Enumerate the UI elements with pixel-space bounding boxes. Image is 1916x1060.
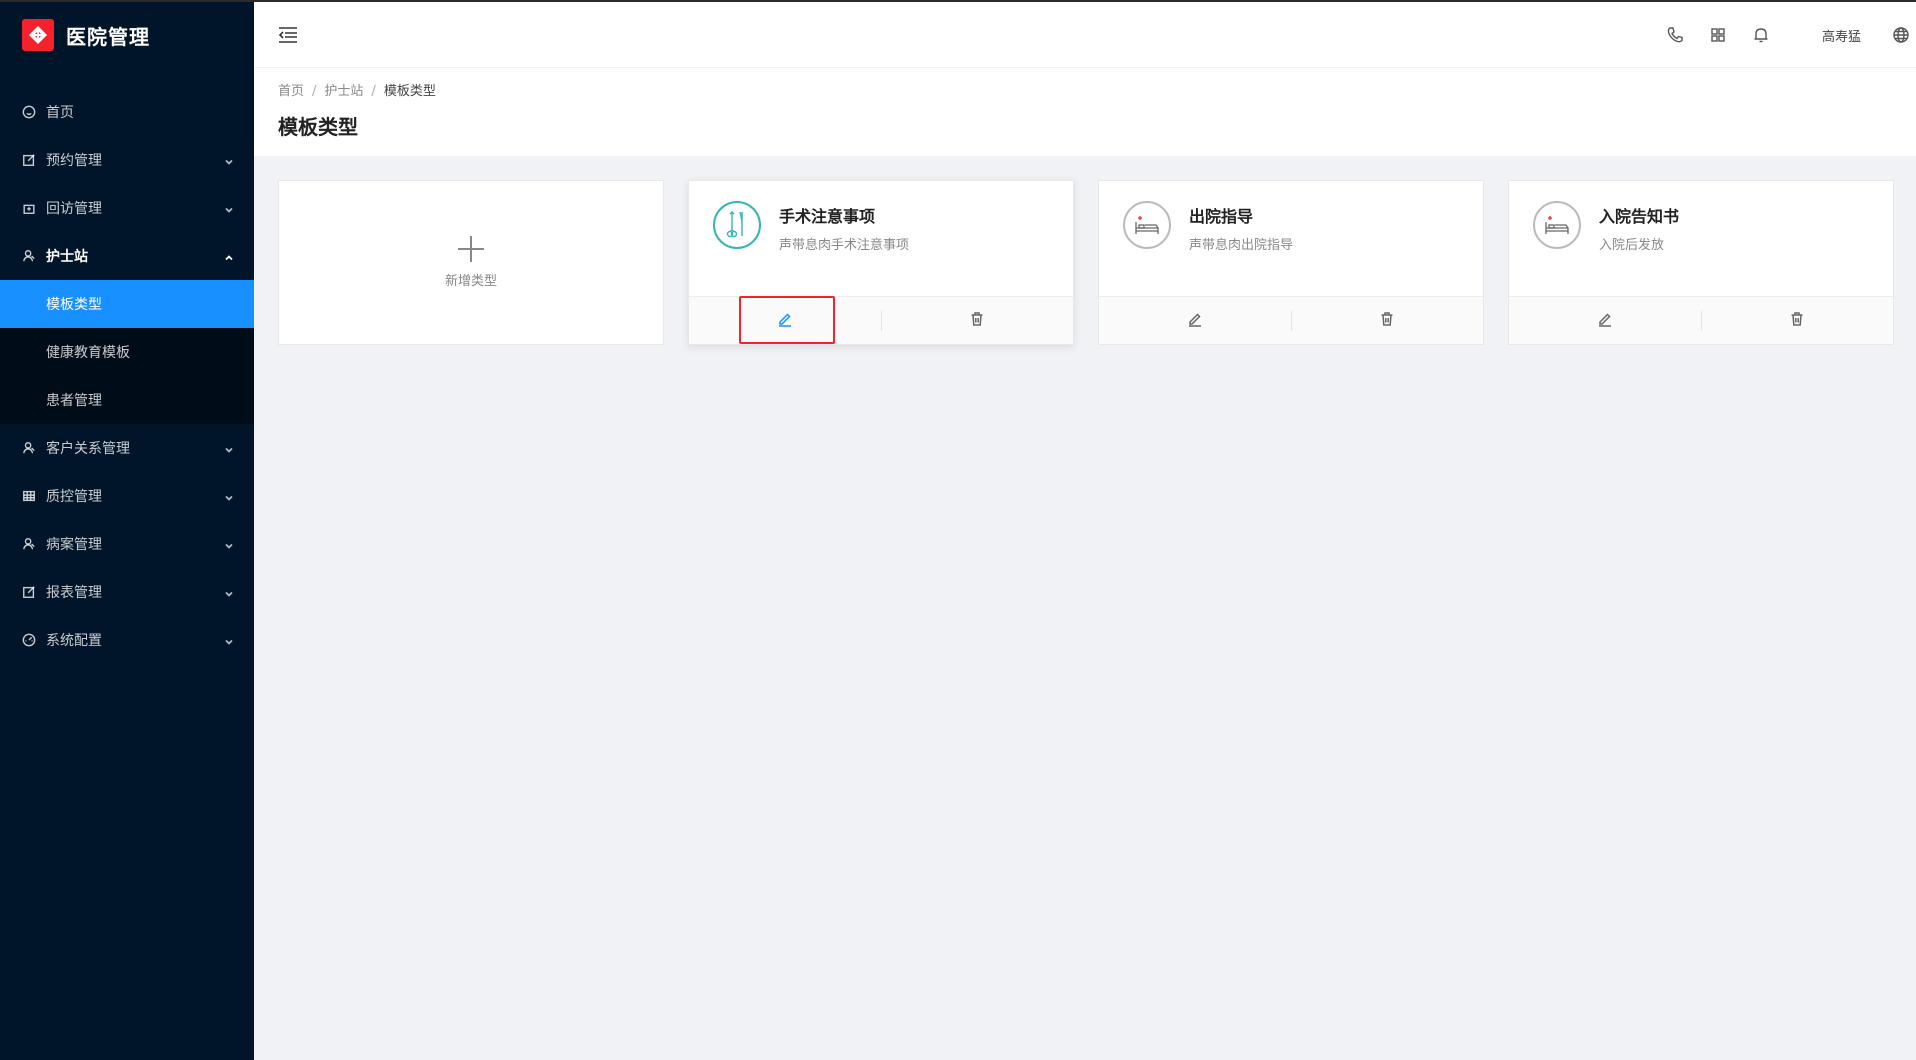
chevron-down-icon (224, 203, 234, 213)
sidebar-item-label: 客户关系管理 (46, 441, 130, 457)
sidebar-item-label: 病案管理 (46, 537, 102, 553)
add-type-card[interactable]: 新增类型 (278, 180, 664, 345)
breadcrumb-current: 模板类型 (383, 84, 436, 99)
card-description: 入院后发放 (1599, 238, 1665, 253)
user-icon (22, 249, 36, 263)
edit-icon (1187, 311, 1203, 331)
plus-icon (458, 236, 484, 262)
nurse-station-submenu: 模板类型 健康教育模板 患者管理 (0, 280, 254, 424)
breadcrumb-nurse-station[interactable]: 护士站 (324, 84, 363, 99)
menu-fold-icon[interactable] (278, 26, 298, 44)
page-title: 模板类型 (278, 115, 358, 139)
sidebar-item-appointment[interactable]: 预约管理 (0, 136, 254, 184)
sidebar-item-label: 护士站 (46, 249, 88, 265)
sidebar-menu: 首页 预约管理 回访管理 护士站 模板类型 健康教育模板 患者管理 客户关系管理… (0, 88, 254, 664)
sidebar-item-health-education[interactable]: 健康教育模板 (0, 328, 254, 376)
edit-button[interactable] (1099, 297, 1291, 344)
surgery-tools-icon (713, 201, 761, 249)
template-card: 出院指导 声带息肉出院指导 (1098, 180, 1484, 345)
sidebar-item-system-config[interactable]: 系统配置 (0, 616, 254, 664)
sidebar-item-label: 系统配置 (46, 633, 102, 649)
top-header: 高寿猛 (254, 2, 1916, 68)
logo-area[interactable]: 医院管理 (0, 0, 254, 70)
sidebar-item-quality-control[interactable]: 质控管理 (0, 472, 254, 520)
sidebar-item-label: 模板类型 (46, 297, 102, 313)
chevron-down-icon (224, 491, 234, 501)
chevron-down-icon (224, 587, 234, 597)
card-actions (1509, 296, 1893, 344)
hospital-bed-icon (1123, 201, 1171, 249)
chevron-down-icon (224, 539, 234, 549)
chevron-down-icon (224, 635, 234, 645)
sidebar-item-label: 首页 (46, 105, 74, 121)
add-type-label: 新增类型 (444, 274, 497, 289)
edit-icon (22, 153, 36, 167)
sidebar: 医院管理 首页 预约管理 回访管理 护士站 模板类型 健康教育模板 患者管理 客… (0, 0, 254, 1060)
user-name[interactable]: 高寿猛 (1822, 26, 1861, 45)
card-body: 手术注意事项 声带息肉手术注意事项 (689, 181, 1073, 298)
sidebar-item-medical-records[interactable]: 病案管理 (0, 520, 254, 568)
edit-button[interactable] (1509, 297, 1701, 344)
delete-button[interactable] (881, 297, 1073, 344)
sidebar-item-home[interactable]: 首页 (0, 88, 254, 136)
card-body: 出院指导 声带息肉出院指导 (1099, 181, 1483, 298)
sidebar-item-crm[interactable]: 客户关系管理 (0, 424, 254, 472)
apps-icon[interactable] (1709, 26, 1727, 44)
user-icon (22, 441, 36, 455)
card-actions (1099, 296, 1483, 344)
edit-button[interactable] (689, 297, 881, 344)
top-border (0, 0, 1916, 2)
card-body: 入院告知书 入院后发放 (1509, 181, 1893, 298)
user-icon (22, 537, 36, 551)
smile-icon (22, 105, 36, 119)
phone-icon[interactable] (1666, 26, 1684, 44)
bell-icon[interactable] (1752, 26, 1770, 44)
sidebar-item-label: 报表管理 (46, 585, 102, 601)
lock-icon (22, 201, 36, 215)
trash-icon (1789, 311, 1805, 331)
edit-icon (22, 585, 36, 599)
delete-button[interactable] (1701, 297, 1893, 344)
breadcrumb-home[interactable]: 首页 (278, 84, 304, 99)
sidebar-item-followup[interactable]: 回访管理 (0, 184, 254, 232)
card-description: 声带息肉出院指导 (1189, 238, 1294, 253)
sidebar-item-reports[interactable]: 报表管理 (0, 568, 254, 616)
chevron-down-icon (224, 443, 234, 453)
card-actions (689, 296, 1073, 344)
sidebar-item-template-type[interactable]: 模板类型 (0, 280, 254, 328)
dashboard-icon (22, 633, 36, 647)
breadcrumb: 首页 / 护士站 / 模板类型 (278, 84, 436, 99)
globe-icon[interactable] (1892, 26, 1910, 44)
template-card: 入院告知书 入院后发放 (1508, 180, 1894, 345)
sidebar-item-label: 质控管理 (46, 489, 102, 505)
edit-icon (1597, 311, 1613, 331)
chevron-up-icon (224, 251, 234, 261)
sidebar-item-label: 健康教育模板 (46, 345, 130, 361)
edit-icon (777, 311, 793, 331)
sidebar-item-label: 预约管理 (46, 153, 102, 169)
card-title: 出院指导 (1189, 207, 1254, 226)
table-icon (22, 489, 36, 503)
sidebar-item-label: 患者管理 (46, 393, 102, 409)
sidebar-item-nurse-station[interactable]: 护士站 (0, 232, 254, 280)
card-title: 入院告知书 (1599, 207, 1680, 226)
page-header: 首页 / 护士站 / 模板类型 模板类型 (254, 68, 1916, 156)
card-title: 手术注意事项 (779, 207, 876, 226)
card-description: 声带息肉手术注意事项 (779, 238, 910, 253)
trash-icon (1379, 311, 1395, 331)
delete-button[interactable] (1291, 297, 1483, 344)
template-card: 手术注意事项 声带息肉手术注意事项 (688, 180, 1074, 345)
hospital-bed-icon (1533, 201, 1581, 249)
sidebar-item-label: 回访管理 (46, 201, 102, 217)
sidebar-item-patient-management[interactable]: 患者管理 (0, 376, 254, 424)
app-title: 医院管理 (66, 24, 150, 49)
trash-icon (969, 311, 985, 331)
chevron-down-icon (224, 155, 234, 165)
hospital-logo-icon (22, 19, 54, 51)
